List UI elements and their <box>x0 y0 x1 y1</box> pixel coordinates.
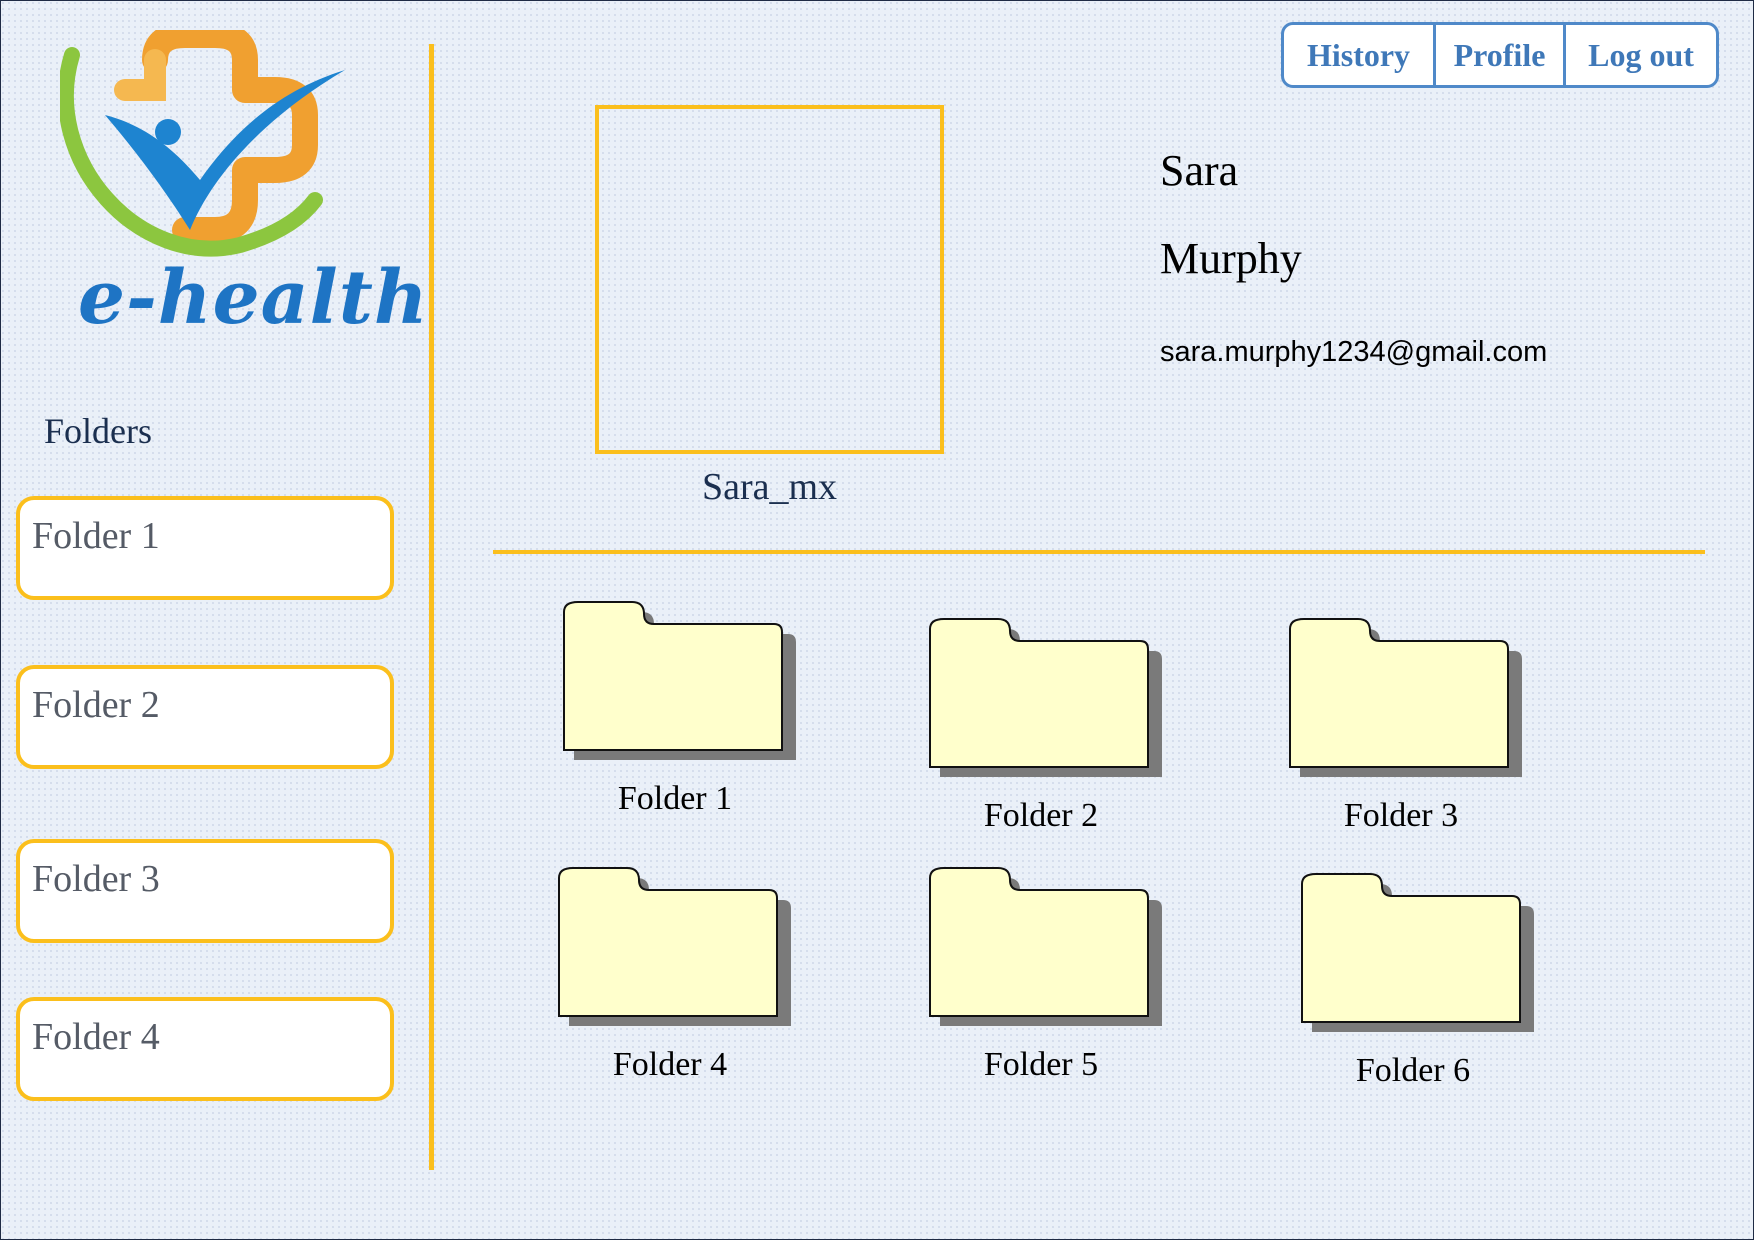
folder-tile-1[interactable]: Folder 1 <box>560 598 820 818</box>
folder-label: Folder 5 <box>983 1046 1099 1083</box>
sidebar-item-folder-4[interactable]: Folder 4 <box>16 997 394 1101</box>
folder-icon <box>1289 618 1522 777</box>
folder-label: Folder 4 <box>612 1046 728 1083</box>
email-address: sara.murphy1234@gmail.com <box>1160 336 1548 368</box>
folder-icon <box>1301 873 1534 1032</box>
e-health-logo: e-health <box>58 22 428 350</box>
profile-button[interactable]: Profile <box>1436 25 1566 85</box>
sidebar-item-folder-2[interactable]: Folder 2 <box>16 665 394 769</box>
folder-label: Folder 1 <box>617 780 733 817</box>
logo-wordmark: e-health <box>78 255 429 341</box>
folder-tile-3[interactable]: Folder 3 <box>1286 615 1546 835</box>
sidebar-item-folder-3[interactable]: Folder 3 <box>16 839 394 943</box>
username: Sara_mx <box>701 466 838 508</box>
sidebar-item-label: Folder 2 <box>32 684 160 726</box>
sidebar-item-label: Folder 1 <box>32 515 160 557</box>
sidebar-title: Folders <box>44 411 152 451</box>
folder-icon <box>929 618 1162 777</box>
profile-picture[interactable] <box>595 105 944 454</box>
first-name: Sara <box>1160 146 1239 195</box>
folder-tile-4[interactable]: Folder 4 <box>555 864 815 1084</box>
folder-icon <box>558 867 791 1026</box>
sidebar-item-label: Folder 3 <box>32 858 160 900</box>
sidebar-item-label: Folder 4 <box>32 1016 160 1058</box>
folder-icon <box>563 601 796 760</box>
last-name: Murphy <box>1160 234 1302 283</box>
sidebar-divider <box>429 44 434 1170</box>
logout-button[interactable]: Log out <box>1566 25 1716 85</box>
folder-tile-2[interactable]: Folder 2 <box>926 615 1186 835</box>
sidebar-item-folder-1[interactable]: Folder 1 <box>16 496 394 600</box>
section-divider <box>493 550 1705 554</box>
folder-label: Folder 2 <box>983 797 1099 834</box>
folder-tile-5[interactable]: Folder 5 <box>926 864 1186 1084</box>
folder-icon <box>929 867 1162 1026</box>
top-nav: History Profile Log out <box>1281 22 1719 88</box>
folder-label: Folder 6 <box>1355 1052 1471 1089</box>
folder-label: Folder 3 <box>1343 797 1459 834</box>
history-button[interactable]: History <box>1284 25 1436 85</box>
folder-tile-6[interactable]: Folder 6 <box>1298 870 1558 1090</box>
logo-mark-icon <box>58 22 345 257</box>
